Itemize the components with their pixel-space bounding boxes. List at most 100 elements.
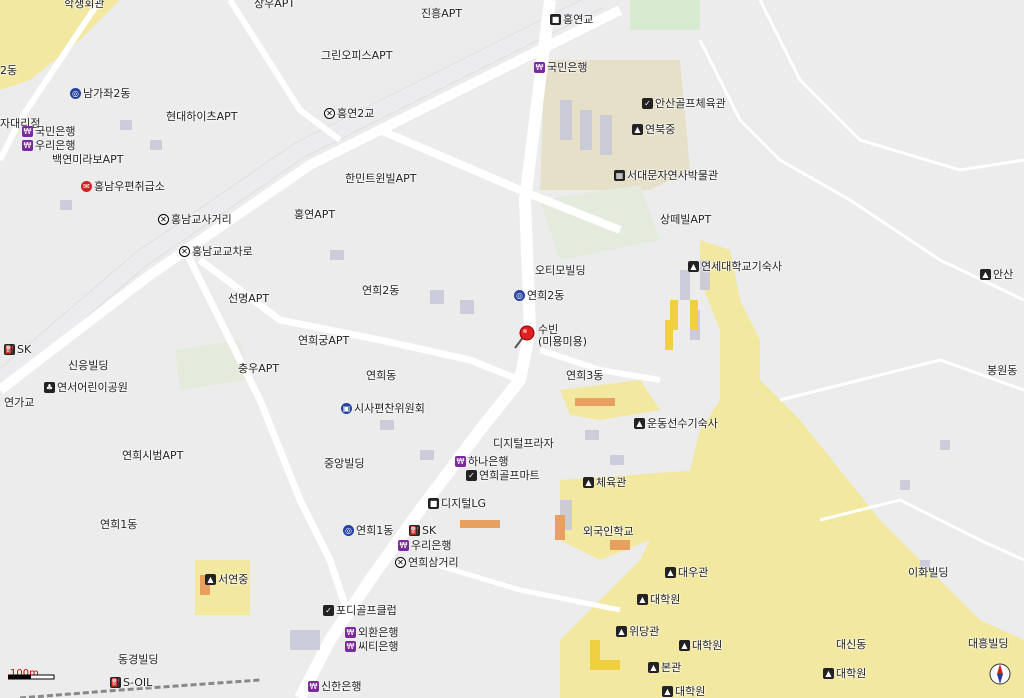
map-label: 봉원동	[987, 364, 1018, 377]
gas-station-icon: ⛽	[4, 344, 15, 355]
map-label: 이화빌딩	[908, 566, 949, 579]
poi-school[interactable]: ▲ 연세대학교기숙사	[688, 260, 782, 273]
poi-dong-office[interactable]: ◎ 연희2동	[514, 289, 564, 302]
bank-icon: ₩	[534, 62, 545, 73]
poi-school[interactable]: ▲ 본관	[648, 661, 681, 674]
school-icon: ▲	[634, 418, 645, 429]
poi-school[interactable]: ▲ 대학원	[679, 639, 722, 652]
map-label: 백연미라보APT	[52, 153, 124, 166]
bank-icon: ₩	[455, 456, 466, 467]
poi-sports[interactable]: ✓ 포디골프클럽	[323, 604, 397, 617]
map-label: 오티모빌딩	[535, 264, 586, 277]
gym-icon: ▲	[583, 477, 594, 488]
poi-shop[interactable]: ■ 디지털LG	[428, 497, 486, 510]
bank-icon: ₩	[308, 681, 319, 692]
map-label: 연희시범APT	[122, 449, 184, 462]
map-label: 한민트윈빌APT	[345, 172, 417, 185]
poi-post-office[interactable]: ✉ 홍남우편취급소	[81, 180, 165, 193]
sports-icon: ✓	[642, 98, 653, 109]
map-label: 연희3동	[566, 369, 604, 382]
poi-gas-station[interactable]: ⛽ SK	[4, 343, 31, 356]
school-icon: ▲	[662, 686, 673, 697]
map-canvas[interactable]: 학생회관 상우APT 진흥APT 2동 그린오피스APT 현대하이츠APT 자대…	[0, 0, 1024, 698]
poi-school[interactable]: ▲ 위당관	[616, 625, 659, 638]
map-label: 외국인학교	[583, 525, 634, 538]
map-label: 동경빌딩	[118, 653, 159, 666]
poi-bank[interactable]: ₩ 씨티은행	[345, 640, 398, 653]
map-label: 홍연APT	[294, 208, 336, 221]
school-icon: ▲	[205, 574, 216, 585]
bank-icon: ₩	[398, 540, 409, 551]
shop-icon: ■	[428, 498, 439, 509]
map-label: 대신동	[836, 638, 867, 651]
intersection-icon: ✕	[179, 246, 190, 257]
poi-intersection[interactable]: ✕ 홍남교사거리	[158, 213, 232, 226]
poi-bank[interactable]: ₩ 신한은행	[308, 680, 361, 693]
map-label: 대흥빌딩	[968, 637, 1009, 650]
map-label: 현대하이츠APT	[166, 110, 238, 123]
poi-museum[interactable]: ▦ 서대문자연사박물관	[614, 169, 718, 182]
map-label: 중앙빌딩	[324, 457, 365, 470]
pin-label: 수빈 (미용미용)	[538, 324, 587, 348]
poi-bus-stop[interactable]: ■ 홍연교	[550, 13, 593, 26]
poi-gas-station[interactable]: ⛽ S-OIL	[110, 676, 152, 689]
map-label: 진흥APT	[421, 7, 463, 20]
poi-school[interactable]: ▲ 대우관	[665, 566, 708, 579]
location-pin-icon[interactable]	[512, 324, 536, 350]
school-icon: ▲	[632, 124, 643, 135]
poi-park[interactable]: ♣ 연서어린이공원	[44, 381, 128, 394]
map-label: 연희1동	[100, 518, 138, 531]
bank-icon: ₩	[22, 126, 33, 137]
map-label: 연가교	[4, 396, 35, 409]
dong-office-icon: ◎	[70, 88, 81, 99]
poi-dong-office[interactable]: ◎ 연희1동	[343, 524, 393, 537]
poi-bank[interactable]: ₩ 국민은행	[534, 61, 587, 74]
poi-intersection[interactable]: ✕ 홍남교교차로	[179, 245, 253, 258]
poi-school[interactable]: ▲ 대학원	[823, 667, 866, 680]
poi-sports[interactable]: ✓ 연희골프마트	[466, 469, 540, 482]
poi-school[interactable]: ▲ 대학원	[662, 685, 705, 698]
poi-sports[interactable]: ✓ 안산골프체육관	[642, 97, 726, 110]
gas-station-icon: ⛽	[409, 525, 420, 536]
map-label: 2동	[0, 64, 18, 77]
poi-school[interactable]: ▲ 연북중	[632, 123, 675, 136]
school-icon: ▲	[823, 668, 834, 679]
intersection-icon: ✕	[158, 214, 169, 225]
poi-bank[interactable]: ₩ 외환은행	[345, 626, 398, 639]
bank-icon: ₩	[345, 627, 356, 638]
poi-school[interactable]: ▲ 운동선수기숙사	[634, 417, 718, 430]
poi-office[interactable]: ▣ 시사편찬위원회	[341, 402, 425, 415]
poi-bank[interactable]: ₩ 하나은행	[455, 455, 508, 468]
bank-icon: ₩	[345, 641, 356, 652]
mountain-icon: ▲	[980, 269, 991, 280]
poi-gym[interactable]: ▲ 체육관	[583, 476, 626, 489]
sports-icon: ✓	[323, 605, 334, 616]
compass-icon[interactable]	[988, 662, 1012, 686]
poi-intersection[interactable]: ✕ 연희삼거리	[395, 556, 459, 569]
poi-bank[interactable]: ₩ 우리은행	[398, 539, 451, 552]
bus-icon: ■	[550, 14, 561, 25]
map-label: 충우APT	[238, 362, 280, 375]
poi-intersection[interactable]: ✕ 홍연2교	[324, 107, 374, 120]
poi-gas-station[interactable]: ⛽ SK	[409, 524, 436, 537]
office-icon: ▣	[341, 403, 352, 414]
poi-dong-office[interactable]: ◎ 남가좌2동	[70, 87, 130, 100]
poi-school[interactable]: ▲ 서연중	[205, 573, 248, 586]
school-icon: ▲	[648, 662, 659, 673]
park-icon: ♣	[44, 382, 55, 393]
gas-station-icon: ⛽	[110, 677, 121, 688]
map-label: 그린오피스APT	[321, 49, 393, 62]
poi-school[interactable]: ▲ 대학원	[637, 593, 680, 606]
school-icon: ▲	[616, 626, 627, 637]
museum-icon: ▦	[614, 170, 625, 181]
map-label: 연희궁APT	[298, 334, 350, 347]
map-label: 상우APT	[254, 0, 296, 10]
poi-mountain[interactable]: ▲ 안산	[980, 268, 1013, 281]
sports-icon: ✓	[466, 470, 477, 481]
pin-subtitle: (미용미용)	[538, 335, 588, 348]
map-label: 디지털프라자	[493, 437, 554, 450]
dong-office-icon: ◎	[514, 290, 525, 301]
poi-bank[interactable]: ₩ 국민은행	[22, 125, 75, 138]
poi-bank[interactable]: ₩ 우리은행	[22, 139, 75, 152]
scale-bar	[8, 674, 55, 680]
